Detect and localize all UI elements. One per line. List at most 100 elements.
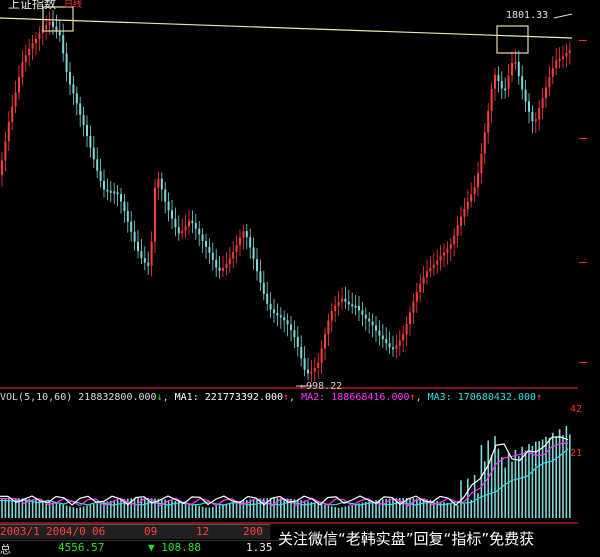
volume-bar xyxy=(348,505,350,518)
candle-body xyxy=(58,31,61,36)
candle-body xyxy=(109,190,112,193)
volume-bar xyxy=(314,502,316,518)
candle-body xyxy=(222,268,224,271)
volume-bar xyxy=(450,503,452,518)
volume-bar xyxy=(416,498,418,518)
volume-bar xyxy=(116,499,119,518)
volume-bar xyxy=(110,500,112,518)
candle-body xyxy=(120,194,122,202)
candle-body xyxy=(123,201,126,211)
volume-bar xyxy=(86,505,88,518)
volume-bar xyxy=(171,500,173,518)
candle-body xyxy=(426,271,428,278)
period-tag[interactable]: 日线 xyxy=(64,0,82,11)
volume-bar xyxy=(504,467,506,518)
volume-header: VOL(5,10,60) 218832800.000↓, MA1: 221773… xyxy=(0,392,543,403)
volume-bar xyxy=(93,504,95,518)
ma1-label: MA1: xyxy=(174,392,199,403)
axis-tick xyxy=(579,262,587,263)
candle-body xyxy=(344,298,347,302)
candle-body xyxy=(99,170,102,181)
volume-bar xyxy=(167,499,170,518)
ma3-arrow: ↑ xyxy=(536,392,543,403)
ma1-line xyxy=(0,436,569,506)
candle-body xyxy=(494,74,496,89)
candle-body xyxy=(511,62,513,76)
volume-bar xyxy=(133,498,136,518)
candle-body xyxy=(167,201,170,211)
candle-body xyxy=(11,106,14,122)
candle-body xyxy=(449,244,452,249)
candle-body xyxy=(456,225,459,236)
candle-body xyxy=(517,61,520,77)
high-price-label: 1801.33 xyxy=(506,10,549,21)
volume-bar xyxy=(456,505,459,518)
volume-bar xyxy=(463,503,466,518)
date-label: 2004/0 xyxy=(46,525,86,538)
candle-body xyxy=(28,48,31,56)
candle-body xyxy=(191,220,194,224)
candle-body xyxy=(262,282,265,294)
volume-bar xyxy=(178,501,180,518)
date-axis: 2003/1 2004/0 06 09 12 200 xyxy=(0,524,270,539)
volume-bar xyxy=(191,504,194,518)
candle-body xyxy=(86,124,88,137)
volume-bar xyxy=(52,502,54,518)
candle-body xyxy=(82,114,85,125)
candle-body xyxy=(208,246,211,253)
candle-body xyxy=(497,74,500,82)
candle-body xyxy=(164,189,167,202)
candle-body xyxy=(24,55,27,62)
candle-body xyxy=(89,136,92,148)
candle-body xyxy=(565,52,568,57)
volume-bar xyxy=(1,498,3,518)
candle-body xyxy=(480,153,483,174)
ma2-label: MA2: xyxy=(301,392,326,403)
candle-body xyxy=(327,320,330,335)
volume-bar xyxy=(562,435,564,518)
candle-body xyxy=(266,293,269,304)
candle-body xyxy=(276,313,279,316)
volume-bar xyxy=(76,507,78,518)
volume-bar xyxy=(392,498,394,518)
candle-body xyxy=(116,192,119,195)
volume-bar xyxy=(25,498,27,518)
candle-body xyxy=(528,101,530,112)
candle-body xyxy=(232,251,235,259)
candle-body xyxy=(429,267,432,272)
candle-body xyxy=(483,132,486,154)
volume-bar xyxy=(208,507,211,518)
candle-body xyxy=(521,76,524,90)
volume-bar xyxy=(215,506,217,518)
candle-body xyxy=(218,267,221,271)
candle-body xyxy=(460,216,462,226)
date-label: 09 xyxy=(144,525,158,538)
candle-body xyxy=(436,260,439,265)
volume-bar xyxy=(293,499,296,518)
candle-body xyxy=(96,159,99,171)
candle-body xyxy=(126,210,129,222)
date-label: 06 xyxy=(92,525,106,538)
volume-bar xyxy=(184,502,187,518)
candle-body xyxy=(286,320,289,325)
volume-bar xyxy=(388,498,391,518)
axis-tick xyxy=(579,362,587,363)
volume-bar xyxy=(419,498,421,518)
volume-bar xyxy=(507,453,510,518)
candle-body xyxy=(381,335,384,340)
volume-bar xyxy=(480,444,483,518)
volume-bar xyxy=(150,498,153,518)
volume-bar xyxy=(531,445,534,518)
candle-body xyxy=(92,147,95,160)
ma1-arrow: ↑ xyxy=(283,392,290,403)
candlestick-chart[interactable] xyxy=(0,0,600,554)
volume-axis-label: 21 xyxy=(570,448,583,459)
candle-body xyxy=(259,271,262,283)
high-pointer xyxy=(553,13,573,19)
volume-bar xyxy=(201,506,204,518)
volume-bar xyxy=(137,498,139,518)
candle-body xyxy=(160,178,163,190)
volume-bar xyxy=(297,499,299,518)
candle-body xyxy=(419,283,422,293)
candle-body xyxy=(150,241,153,266)
